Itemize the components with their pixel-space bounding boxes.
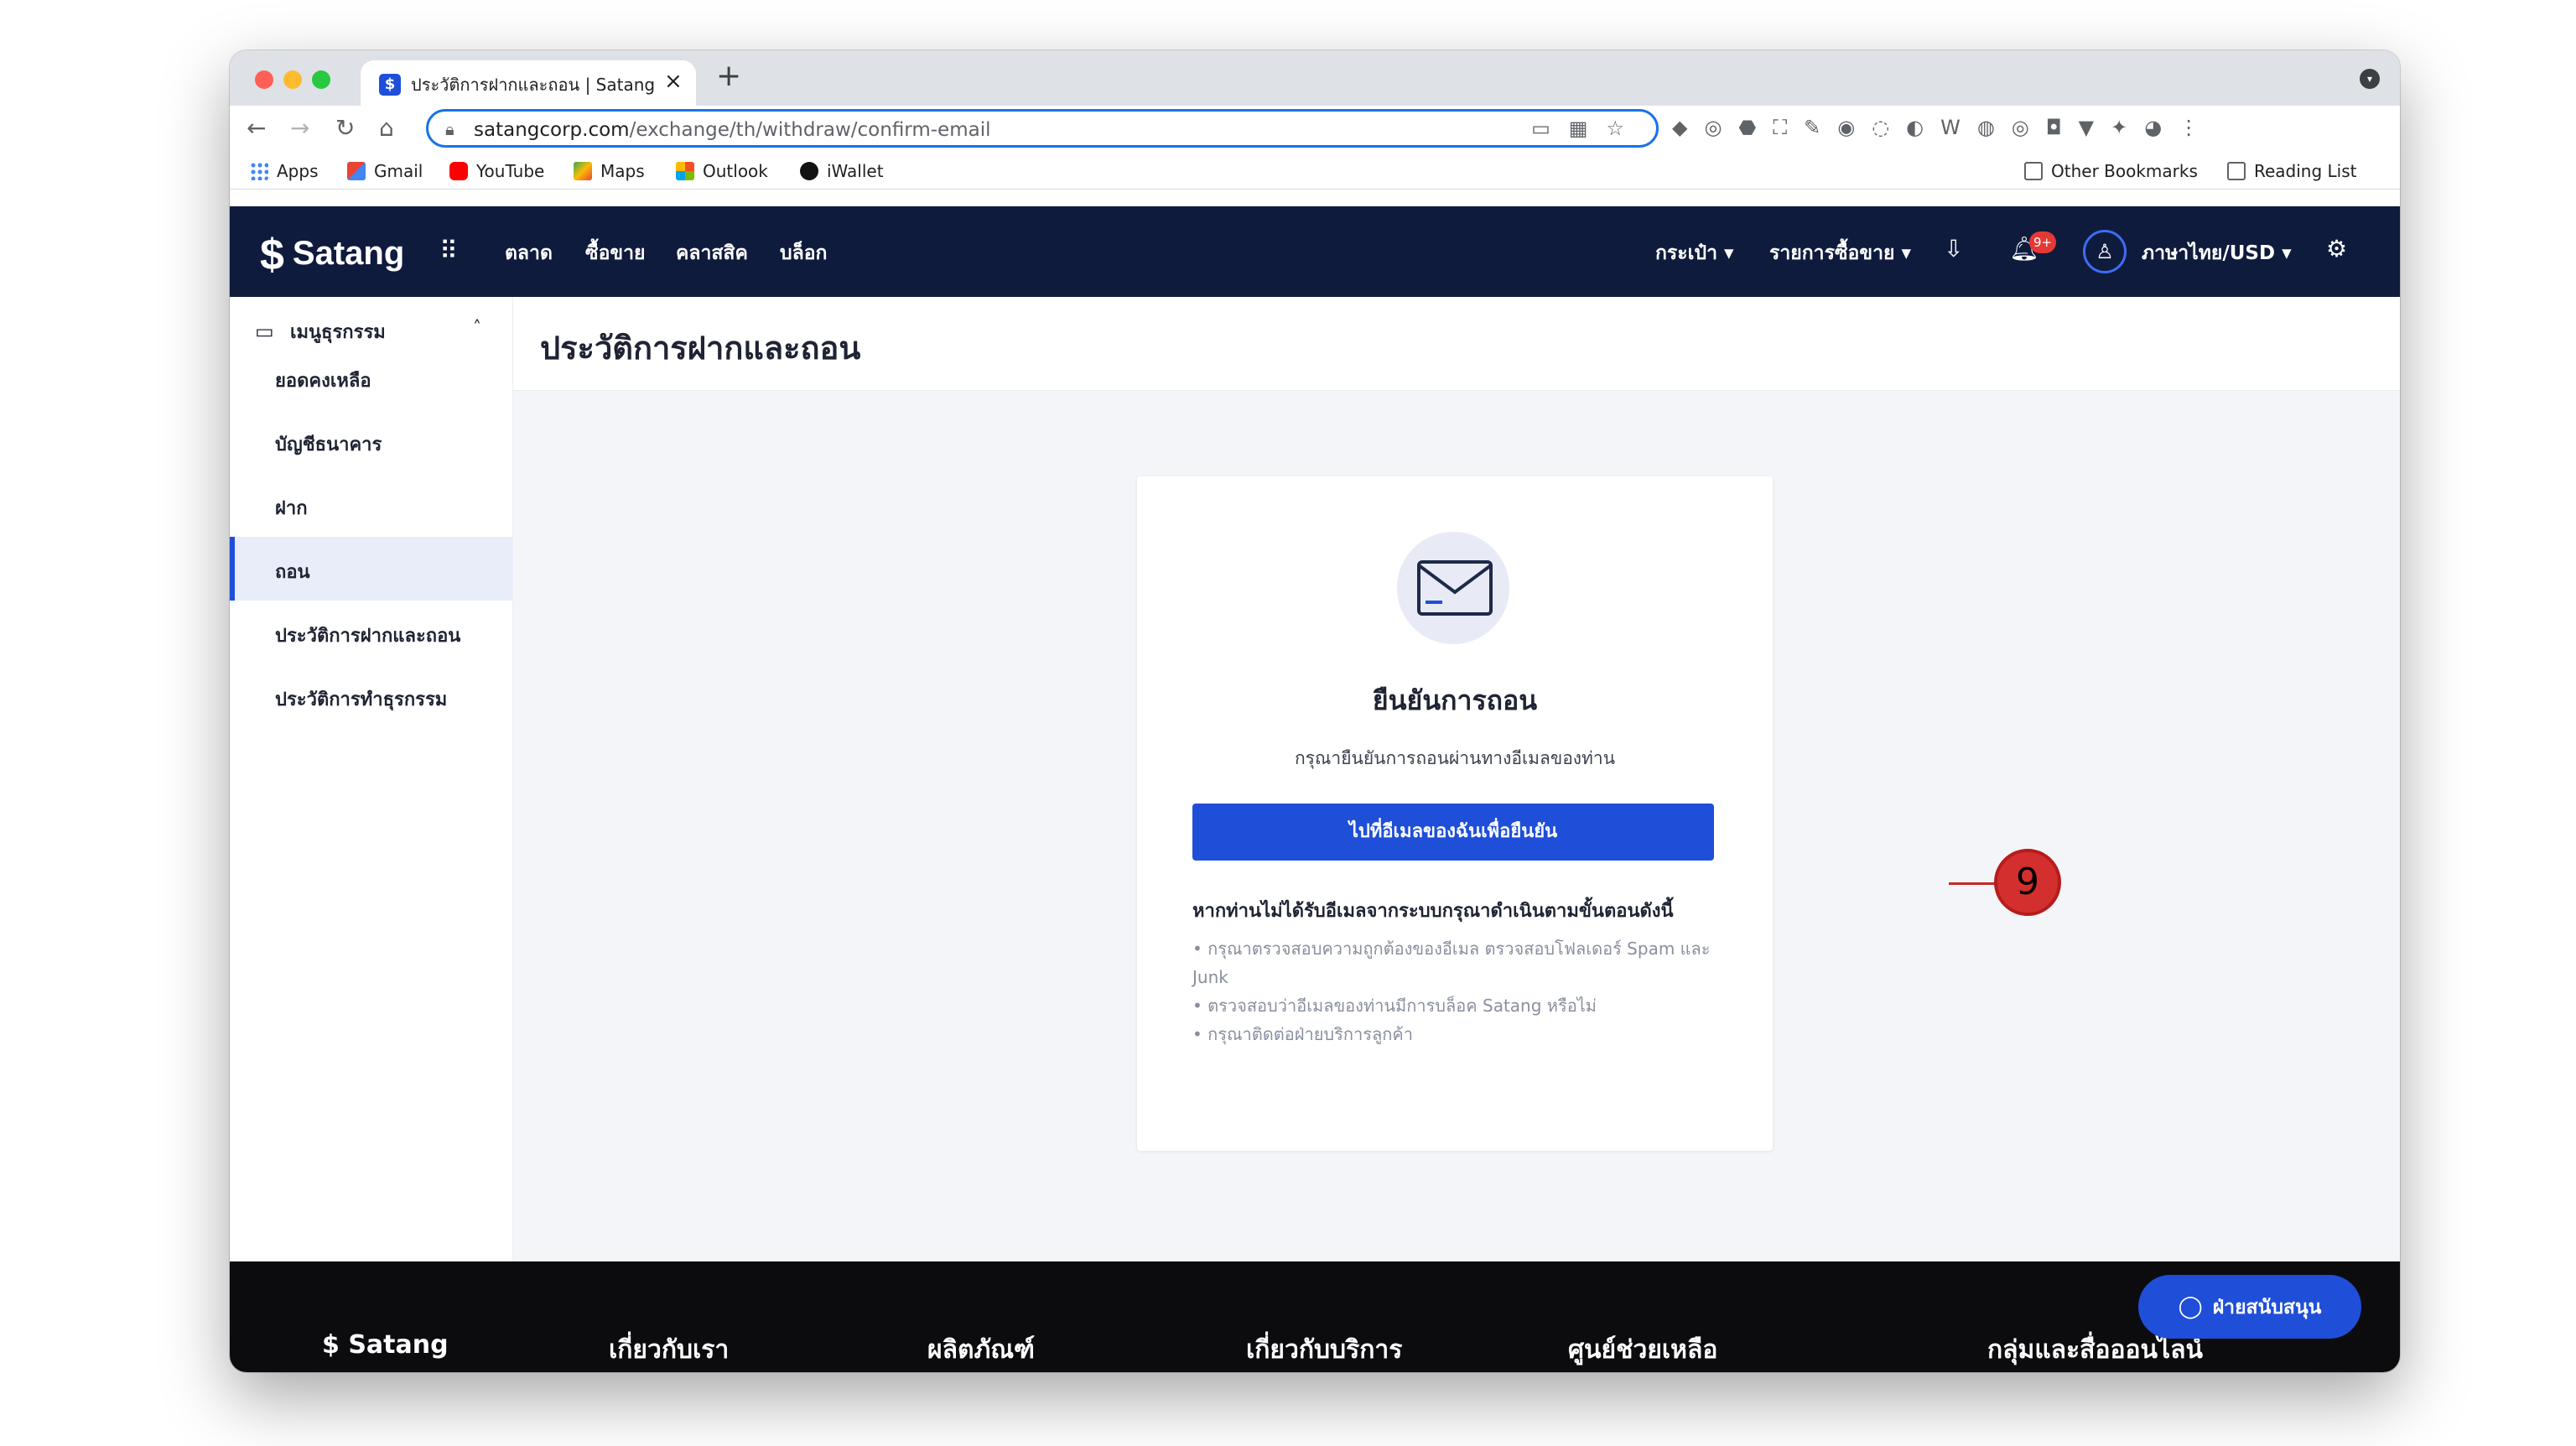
- reading-list-icon: [2227, 162, 2246, 180]
- footer-services[interactable]: เกี่ยวกับบริการ: [1246, 1330, 1402, 1370]
- orders-menu[interactable]: รายการซื้อขาย ▾: [1769, 238, 1911, 268]
- omnibox-icons[interactable]: ▭▦☆: [1531, 117, 1643, 140]
- address-bar[interactable]: 🔒︎ satangcorp.com/exchange/th/withdraw/c…: [426, 109, 1659, 148]
- browser-tab[interactable]: $ ประวัติการฝากและถอน | Satangco ×: [361, 60, 696, 106]
- nav-blog[interactable]: บล็อก: [780, 238, 827, 268]
- bookmark-reading-list[interactable]: Reading List: [2227, 161, 2357, 181]
- user-avatar-icon[interactable]: ♙: [2083, 230, 2127, 273]
- sidebar-item-bank-account[interactable]: บัญชีธนาคาร: [230, 409, 513, 473]
- nav-classic[interactable]: คลาสสิค: [676, 238, 748, 268]
- chat-bubble-icon: ◯: [2178, 1294, 2203, 1319]
- sidebar-item-label: ฝาก: [275, 498, 308, 519]
- bookmark-other[interactable]: Other Bookmarks: [2024, 161, 2198, 181]
- settings-gear-icon[interactable]: ⚙: [2326, 235, 2347, 263]
- lock-icon: 🔒︎: [445, 119, 454, 139]
- sidebar: ▭ เมนูธุรกรรม ˄ ยอดคงเหลือ บัญชีธนาคาร ฝา…: [230, 297, 513, 1324]
- maps-icon: [574, 162, 592, 180]
- sidebar-item-label: ถอน: [275, 562, 310, 583]
- site-header: $ Satang ⠿ ตลาด ซื้อขาย คลาสสิค บล็อก กระ…: [230, 206, 2400, 297]
- footer-products[interactable]: ผลิตภัณฑ์: [927, 1330, 1035, 1370]
- sidebar-item-deposit-withdraw-history[interactable]: ประวัติการฝากและถอน: [230, 601, 513, 664]
- footer-help-center[interactable]: ศูนย์ช่วยเหลือ: [1568, 1330, 1717, 1370]
- bookmark-outlook[interactable]: Outlook: [676, 161, 768, 181]
- back-icon[interactable]: ←: [247, 114, 266, 142]
- bookmark-apps[interactable]: Apps: [250, 161, 319, 181]
- browser-window: $ ประวัติการฝากและถอน | Satangco × + ▾ ←…: [230, 50, 2400, 1372]
- sidebar-item-balance[interactable]: ยอดคงเหลือ: [230, 346, 513, 409]
- sidebar-item-label: ประวัติการทำธุรกรรม: [275, 689, 448, 710]
- nav-market[interactable]: ตลาด: [505, 238, 553, 268]
- gmail-icon: [347, 162, 366, 180]
- bookmark-gmail[interactable]: Gmail: [347, 161, 423, 181]
- help-list: • กรุณาตรวจสอบความถูกต้องของอีเมล ตรวจสอ…: [1192, 934, 1714, 1048]
- home-icon[interactable]: ⌂: [379, 114, 394, 142]
- confirm-withdraw-card: ยืนยันการถอน กรุณายืนยันการถอนผ่านทางอีเ…: [1137, 476, 1773, 1151]
- apps-grid-icon: [250, 162, 268, 180]
- help-item: • ตรวจสอบว่าอีเมลของท่านมีการบล็อค Satan…: [1192, 996, 1597, 1016]
- wallet-menu[interactable]: กระเป๋า ▾: [1655, 238, 1734, 268]
- download-icon[interactable]: ⇩: [1944, 235, 1963, 263]
- sidebar-item-transaction-history[interactable]: ประวัติการทำธุรกรรม: [230, 664, 513, 728]
- iwallet-icon: [800, 162, 818, 180]
- tab-search-icon[interactable]: ▾: [2360, 69, 2380, 89]
- wallet-icon: ▭: [255, 320, 274, 343]
- reload-icon[interactable]: ↻: [335, 114, 355, 142]
- help-item: • กรุณาตรวจสอบความถูกต้องของอีเมล ตรวจสอ…: [1192, 939, 1711, 987]
- bookmarks-bar: Apps Gmail YouTube Maps Outlook iWallet …: [230, 153, 2400, 190]
- help-title: หากท่านไม่ได้รับอีเมลจากระบบกรุณาดำเนินต…: [1192, 901, 1674, 922]
- youtube-icon: [449, 162, 468, 180]
- satang-s-icon: $: [260, 231, 284, 279]
- go-to-email-button[interactable]: ไปที่อีเมลของฉันเพื่อยืนยัน: [1192, 804, 1714, 861]
- forward-icon[interactable]: →: [290, 114, 309, 142]
- card-description: กรุณายืนยันการถอนผ่านทางอีเมลของท่าน: [1294, 748, 1616, 768]
- sidebar-item-label: ประวัติการฝากและถอน: [275, 626, 461, 647]
- satang-favicon-icon: $: [379, 74, 401, 96]
- satang-s-icon: $: [322, 1330, 340, 1360]
- minimize-window-button[interactable]: [283, 70, 302, 89]
- nav-trade[interactable]: ซื้อขาย: [585, 238, 646, 268]
- page-title-bar: ประวัติการฝากและถอน: [513, 297, 2400, 391]
- sidebar-item-label: บัญชีธนาคาร: [275, 434, 382, 455]
- sidebar-item-deposit[interactable]: ฝาก: [230, 473, 513, 537]
- tab-title: ประวัติการฝากและถอน | Satangco: [411, 75, 654, 95]
- bookmark-maps[interactable]: Maps: [574, 161, 645, 181]
- annotation-line: [1949, 882, 1996, 885]
- folder-icon: [2024, 162, 2043, 180]
- sidebar-item-label: ยอดคงเหลือ: [275, 371, 371, 392]
- new-tab-icon[interactable]: +: [716, 59, 741, 93]
- outlook-icon: [676, 162, 694, 180]
- close-tab-icon[interactable]: ×: [664, 69, 683, 94]
- satang-logo[interactable]: $ Satang: [260, 230, 404, 280]
- support-chat-button[interactable]: ◯ ฝ่ายสนับสนุน: [2138, 1275, 2361, 1339]
- zoom-window-button[interactable]: [312, 70, 330, 89]
- extension-icons[interactable]: ◆◎⬣⛶✎◉◌◐W◍◎◘▼✦◕⋮: [1672, 116, 2215, 139]
- sidebar-item-withdraw[interactable]: ถอน: [230, 537, 513, 601]
- sidebar-header[interactable]: ▭ เมนูธุรกรรม: [255, 317, 386, 346]
- url-text: satangcorp.com/exchange/th/withdraw/conf…: [474, 119, 991, 141]
- notification-badge: 9+: [2029, 231, 2057, 253]
- help-item: • กรุณาติดต่อฝ่ายบริการลูกค้า: [1192, 1024, 1413, 1044]
- apps-grid-icon[interactable]: ⠿: [439, 237, 458, 266]
- language-menu[interactable]: ภาษาไทย/USD ▾: [2142, 238, 2292, 268]
- page-title: ประวัติการฝากและถอน: [540, 330, 861, 367]
- bookmark-youtube[interactable]: YouTube: [449, 161, 544, 181]
- main-content: ประวัติการฝากและถอน ยืนยันการถอน กรุณายื…: [513, 297, 2400, 1324]
- card-title: ยืนยันการถอน: [1372, 684, 1538, 716]
- bookmark-iwallet[interactable]: iWallet: [800, 161, 884, 181]
- footer-about[interactable]: เกี่ยวกับเรา: [609, 1330, 729, 1370]
- site-footer: $ Satang เกี่ยวกับเรา ผลิตภัณฑ์ เกี่ยวกั…: [230, 1261, 2400, 1372]
- close-window-button[interactable]: [255, 70, 273, 89]
- tab-strip: $ ประวัติการฝากและถอน | Satangco × + ▾: [230, 50, 2400, 106]
- annotation-badge: 9: [1994, 849, 2061, 916]
- envelope-icon: [1417, 560, 1493, 616]
- footer-logo[interactable]: $ Satang: [322, 1330, 449, 1360]
- browser-toolbar: ← → ↻ ⌂ 🔒︎ satangcorp.com/exchange/th/wi…: [230, 106, 2400, 153]
- chevron-up-icon[interactable]: ˄: [473, 317, 481, 337]
